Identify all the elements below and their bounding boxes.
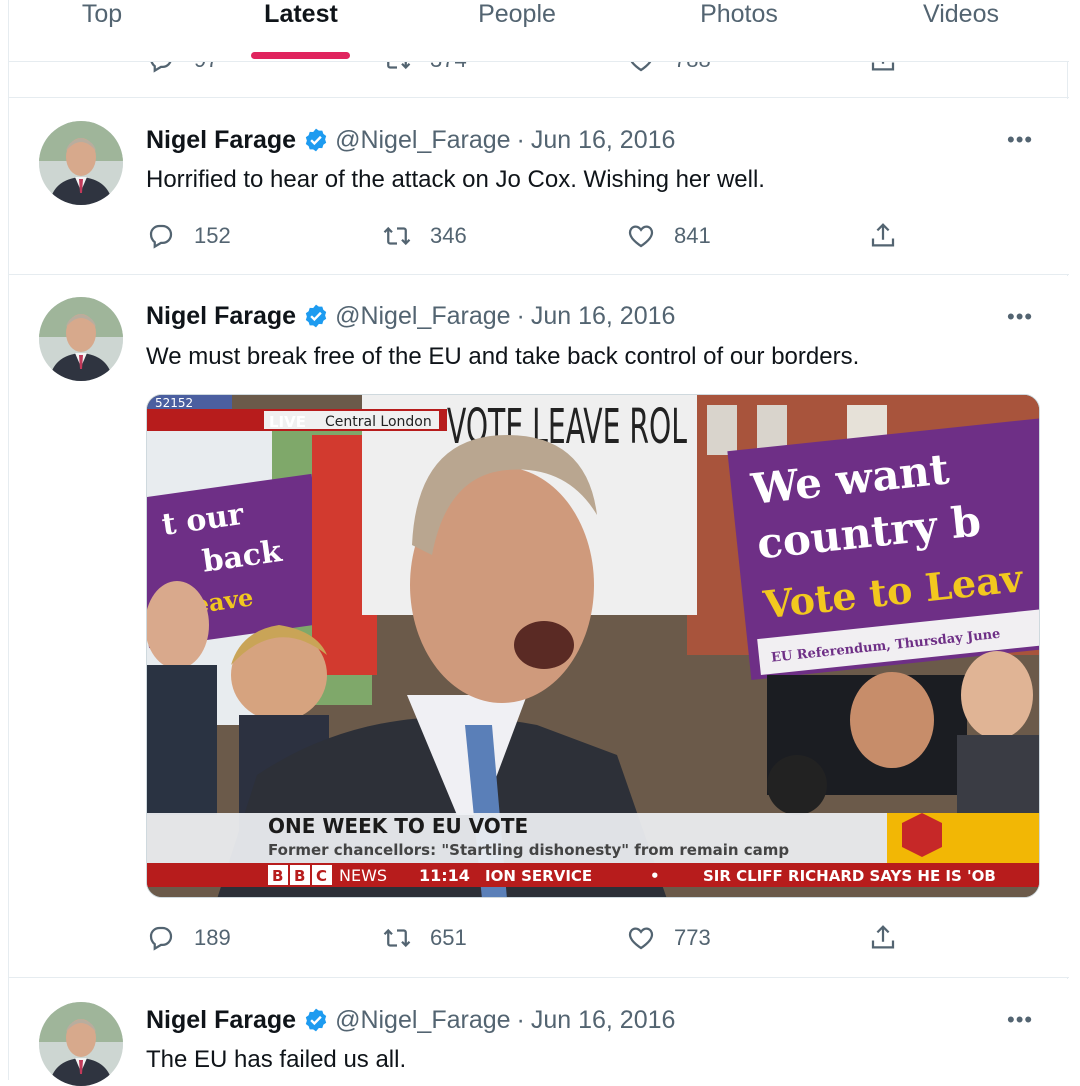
ticker-right: SIR CLIFF RICHARD SAYS HE IS 'OB (703, 867, 996, 885)
tab-people[interactable]: People (475, 0, 559, 62)
separator: · (516, 1005, 525, 1034)
tweet-text: We must break free of the EU and take ba… (146, 343, 860, 370)
ticker-bullet: • (650, 867, 660, 885)
tweet-header: Nigel Farage @Nigel_Farage · Jun 16, 201… (146, 1005, 675, 1035)
top-left-tag: 52152 (155, 396, 193, 410)
separator: · (516, 125, 525, 154)
ticker-left: ION SERVICE (485, 867, 592, 885)
media-headline: ONE WEEK TO EU VOTE (268, 814, 528, 838)
tab-photos-label: Photos (700, 0, 778, 28)
tweet-media-image[interactable]: t our back eave VOTE LEAVE ROL We want c… (146, 394, 1040, 898)
avatar-image (39, 121, 123, 205)
retweet-count: 651 (430, 925, 467, 950)
reply-count: 189 (194, 925, 231, 950)
tweet[interactable]: Nigel Farage @Nigel_Farage · Jun 16, 201… (9, 276, 1069, 978)
reply-icon (149, 224, 173, 249)
more-button[interactable]: ••• (1007, 306, 1037, 330)
like-button[interactable]: 773 (626, 922, 711, 954)
bbc-logo-letter: C (316, 867, 327, 885)
retweet-count: 346 (430, 223, 467, 248)
like-button[interactable]: 841 (626, 220, 711, 252)
share-button[interactable] (868, 922, 916, 954)
live-badge: LIVE (269, 413, 306, 431)
more-icon: ••• (1007, 304, 1034, 329)
tab-people-label: People (478, 0, 556, 28)
verified-badge-icon (305, 1008, 327, 1032)
display-name[interactable]: Nigel Farage (146, 302, 296, 331)
action-bar: 189 651 773 (146, 922, 906, 954)
display-name[interactable]: Nigel Farage (146, 1006, 296, 1035)
timestamp[interactable]: Jun 16, 2016 (531, 126, 676, 155)
tweet-text: Horrified to hear of the attack on Jo Co… (146, 166, 765, 193)
broadcast-time: 11:14 (419, 866, 470, 885)
display-name[interactable]: Nigel Farage (146, 126, 296, 155)
reply-button[interactable]: 152 (146, 220, 231, 252)
separator: · (516, 301, 525, 330)
avatar-image (39, 1002, 123, 1086)
handle[interactable]: @Nigel_Farage (335, 126, 510, 155)
live-location: Central London (325, 414, 432, 430)
avatar[interactable] (39, 297, 123, 381)
reply-button[interactable]: 189 (146, 922, 231, 954)
like-count: 841 (674, 223, 711, 248)
tweet[interactable]: Nigel Farage @Nigel_Farage · Jun 16, 201… (9, 99, 1069, 275)
tab-photos[interactable]: Photos (695, 0, 783, 62)
action-bar: 152 346 841 (146, 220, 906, 252)
media-subheadline: Former chancellors: "Startling dishonest… (268, 841, 789, 859)
reply-count: 152 (194, 223, 231, 248)
tweet-text: The EU has failed us all. (146, 1046, 407, 1073)
more-button[interactable]: ••• (1007, 1009, 1037, 1033)
more-button[interactable]: ••• (1007, 129, 1037, 153)
search-tabs: Top Latest People Photos Videos (9, 0, 1069, 62)
retweet-icon (383, 928, 411, 948)
retweet-button[interactable]: 651 (382, 922, 467, 954)
verified-badge-icon (305, 304, 327, 328)
more-icon: ••• (1007, 127, 1034, 152)
handle[interactable]: @Nigel_Farage (335, 1006, 510, 1035)
timestamp[interactable]: Jun 16, 2016 (531, 1006, 676, 1035)
tab-videos[interactable]: Videos (919, 0, 1003, 62)
more-icon: ••• (1007, 1007, 1034, 1032)
like-count: 773 (674, 925, 711, 950)
bbc-logo-letter: B (272, 867, 283, 885)
tweet-header: Nigel Farage @Nigel_Farage · Jun 16, 201… (146, 125, 675, 155)
like-icon (628, 927, 654, 950)
bbc-logo-letter: B (294, 867, 305, 885)
tab-top[interactable]: Top (79, 0, 125, 62)
active-tab-indicator (251, 52, 350, 59)
handle[interactable]: @Nigel_Farage (335, 302, 510, 331)
timestamp[interactable]: Jun 16, 2016 (531, 302, 676, 331)
avatar[interactable] (39, 1002, 123, 1086)
news-broadcast-still: t our back eave VOTE LEAVE ROL We want c… (147, 395, 1039, 897)
tab-top-label: Top (81, 0, 123, 28)
share-icon (871, 925, 895, 949)
tweet[interactable]: Nigel Farage @Nigel_Farage · Jun 16, 201… (9, 979, 1069, 1086)
verified-badge-icon (305, 128, 327, 152)
avatar[interactable] (39, 121, 123, 205)
retweet-icon (383, 226, 411, 246)
like-icon (628, 225, 654, 248)
retweet-button[interactable]: 346 (382, 220, 467, 252)
avatar-image (39, 297, 123, 381)
tab-latest-label: Latest (264, 0, 338, 28)
share-button[interactable] (868, 220, 916, 252)
timeline: Top Latest People Photos Videos 97 374 7… (8, 0, 1069, 1086)
share-icon (871, 223, 895, 247)
tweet-header: Nigel Farage @Nigel_Farage · Jun 16, 201… (146, 301, 675, 331)
news-label: NEWS (339, 866, 387, 885)
reply-icon (149, 926, 173, 951)
tab-videos-label: Videos (923, 0, 999, 28)
